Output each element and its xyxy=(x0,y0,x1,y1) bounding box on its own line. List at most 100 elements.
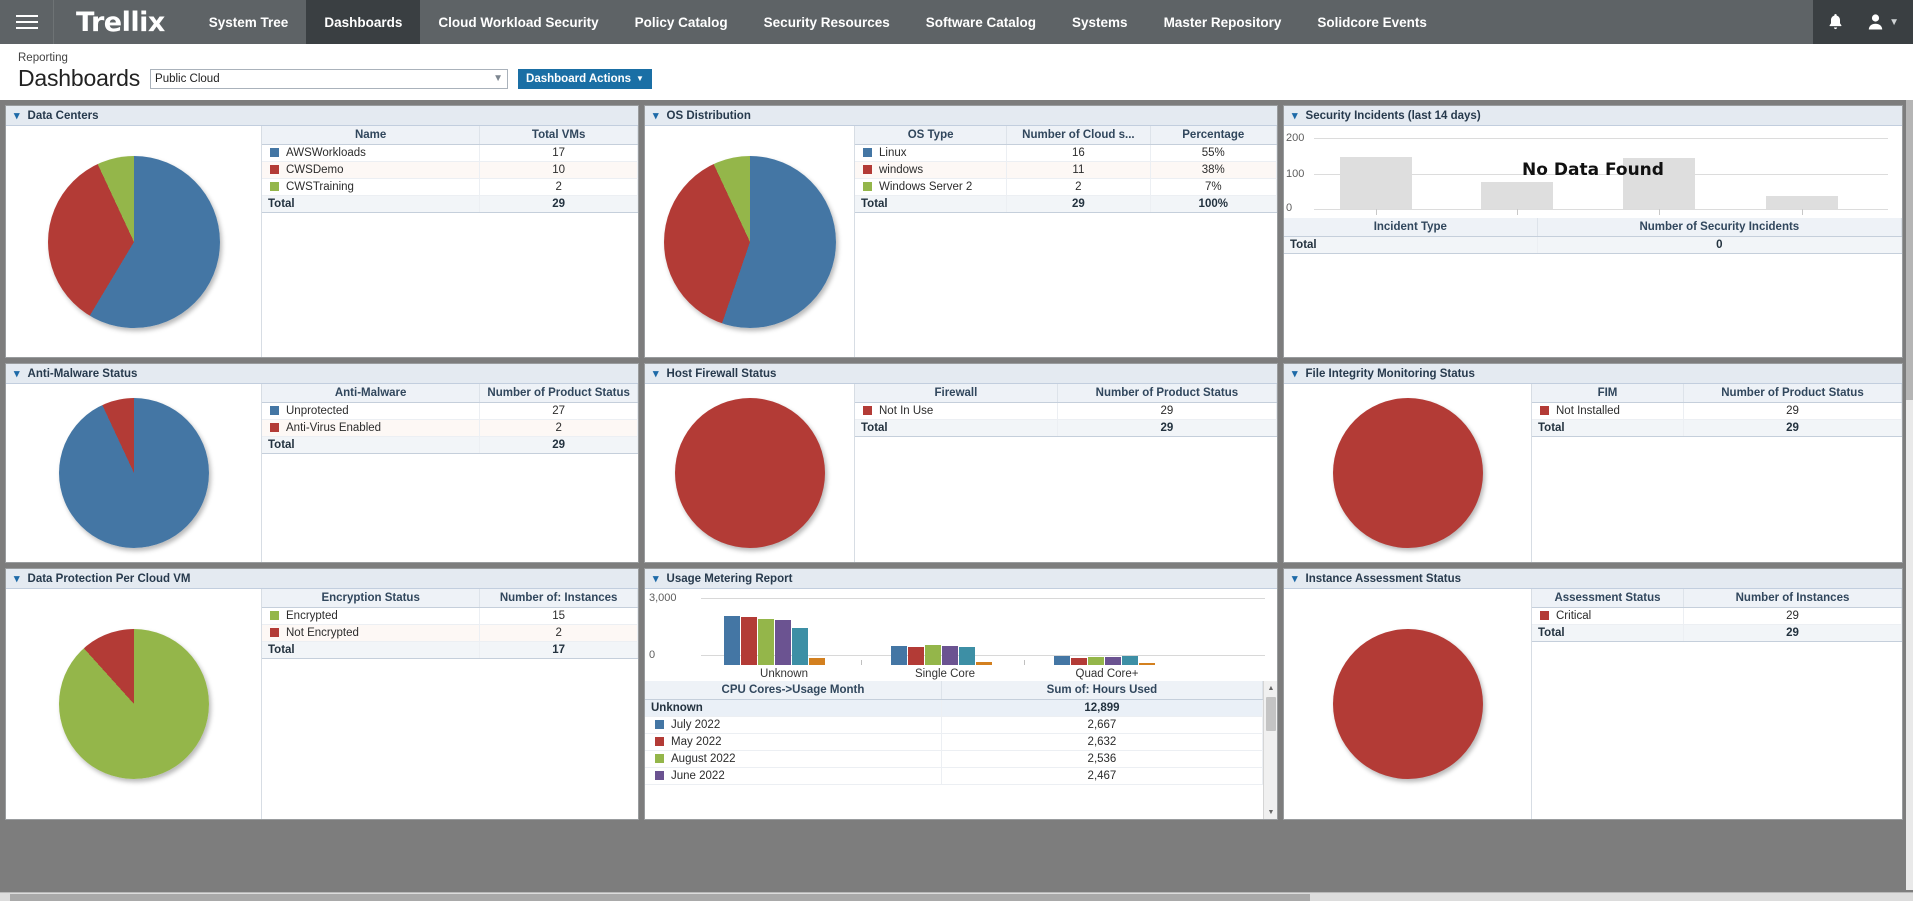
row-value: 29 xyxy=(1683,607,1902,625)
chevron-down-icon[interactable]: ▾ xyxy=(1292,367,1298,380)
top-navigation-bar: Trellix System Tree Dashboards Cloud Wor… xyxy=(0,0,1913,44)
table-total-row: Total 29 xyxy=(1532,624,1902,642)
table-group-row[interactable]: Unknown 12,899 xyxy=(645,699,1263,717)
chevron-down-icon[interactable]: ▾ xyxy=(1292,572,1298,585)
panel-title: Host Firewall Status xyxy=(666,367,777,380)
nav-item-system-tree[interactable]: System Tree xyxy=(191,0,307,44)
chevron-down-icon[interactable]: ▾ xyxy=(1292,109,1298,122)
table-row[interactable]: CWSTraining 2 xyxy=(262,178,638,196)
table-row[interactable]: Windows Server 2 2 7% xyxy=(855,178,1277,196)
y-axis-tick: 3,000 xyxy=(649,592,677,604)
user-avatar-icon[interactable]: ▼ xyxy=(1866,13,1899,31)
scroll-down-arrow-icon[interactable]: ▼ xyxy=(1264,805,1277,819)
row-label: CWSDemo xyxy=(262,161,481,179)
row-label: Critical xyxy=(1532,607,1684,625)
os-distribution-pie-chart xyxy=(645,126,855,357)
panel-instance-assessment-status: ▾ Instance Assessment Status Assessment … xyxy=(1283,568,1903,820)
nav-item-policy-catalog[interactable]: Policy Catalog xyxy=(617,0,746,44)
usage-metering-vertical-scrollbar[interactable]: ▲ ▼ xyxy=(1263,681,1277,819)
data-centers-pie-chart xyxy=(6,126,262,357)
pie-slice-group xyxy=(1332,398,1483,548)
row-label: Encrypted xyxy=(262,607,481,625)
panel-title: File Integrity Monitoring Status xyxy=(1305,367,1475,380)
chevron-down-icon[interactable]: ▾ xyxy=(14,109,20,122)
pie-slice-group xyxy=(47,155,220,328)
chevron-down-icon[interactable]: ▾ xyxy=(653,109,659,122)
table-row[interactable]: AWSWorkloads 17 xyxy=(262,144,638,162)
table-row[interactable]: Encrypted 15 xyxy=(262,607,638,625)
row-value: 2 xyxy=(479,178,638,196)
chevron-down-icon[interactable]: ▾ xyxy=(653,367,659,380)
nav-item-solidcore-events[interactable]: Solidcore Events xyxy=(1299,0,1445,44)
table-total-row: Total 0 xyxy=(1284,236,1902,254)
table-total-row: Total 29 xyxy=(855,419,1277,437)
row-label: Linux xyxy=(855,144,1008,162)
y-axis-tick: 0 xyxy=(1286,202,1293,214)
scrollbar-thumb[interactable] xyxy=(1266,697,1276,731)
scroll-up-arrow-icon[interactable]: ▲ xyxy=(1264,681,1277,695)
nav-item-master-repository[interactable]: Master Repository xyxy=(1146,0,1300,44)
table-row[interactable]: Not Encrypted 2 xyxy=(262,624,638,642)
table-row[interactable]: Not In Use 29 xyxy=(855,402,1277,420)
chevron-down-icon[interactable]: ▾ xyxy=(653,572,659,585)
total-value: 29 xyxy=(479,436,638,454)
total-value: 0 xyxy=(1537,236,1902,254)
panel-header: ▾ Data Protection Per Cloud VM xyxy=(6,569,638,589)
chevron-down-icon[interactable]: ▾ xyxy=(14,367,20,380)
row-value: 2,667 xyxy=(941,716,1263,734)
dashboard-actions-button[interactable]: Dashboard Actions ▼ xyxy=(518,68,652,89)
column-header: Number of Product Status xyxy=(479,384,638,403)
row-value: 16 xyxy=(1006,144,1151,162)
chevron-down-icon[interactable]: ▼ xyxy=(1889,17,1899,28)
host-firewall-pie-chart xyxy=(645,384,855,562)
dashboard-workspace: ▾ Data Centers Name Total VMs AWSWorkloa… xyxy=(0,100,1913,898)
table-row[interactable]: June 2022 2,467 xyxy=(645,767,1263,785)
row-value: 29 xyxy=(1683,402,1902,420)
total-value: 29 xyxy=(1057,419,1277,437)
column-header: Number of Instances xyxy=(1683,589,1902,608)
bar xyxy=(1105,657,1121,665)
scrollbar-thumb[interactable] xyxy=(1906,100,1913,400)
column-header: Number of: Instances xyxy=(479,589,638,608)
chevron-down-icon[interactable]: ▾ xyxy=(14,572,20,585)
pie-slice-group xyxy=(58,629,209,779)
nav-item-software-catalog[interactable]: Software Catalog xyxy=(908,0,1054,44)
table-row[interactable]: August 2022 2,536 xyxy=(645,750,1263,768)
legend-swatch-icon xyxy=(270,148,279,157)
page-horizontal-scrollbar[interactable] xyxy=(0,892,1913,901)
table-row[interactable]: July 2022 2,667 xyxy=(645,716,1263,734)
column-header: Sum of: Hours Used xyxy=(941,681,1263,700)
total-value: 29 xyxy=(1006,195,1151,213)
legend-swatch-icon xyxy=(270,628,279,637)
panel-header: ▾ OS Distribution xyxy=(645,106,1277,126)
scrollbar-thumb[interactable] xyxy=(10,894,1310,901)
table-row[interactable]: CWSDemo 10 xyxy=(262,161,638,179)
table-row[interactable]: Anti-Virus Enabled 2 xyxy=(262,419,638,437)
hamburger-menu-icon[interactable] xyxy=(0,0,54,44)
nav-item-cloud-workload-security[interactable]: Cloud Workload Security xyxy=(420,0,616,44)
row-percentage: 55% xyxy=(1150,144,1277,162)
dashboard-select[interactable]: Public Cloud ▼ xyxy=(150,68,509,89)
bell-icon[interactable] xyxy=(1827,13,1844,31)
y-axis-tick: 0 xyxy=(649,649,656,661)
total-label: Total xyxy=(1532,419,1684,437)
table-row[interactable]: Unprotected 27 xyxy=(262,402,638,420)
table-row[interactable]: Linux 16 55% xyxy=(855,144,1277,162)
nav-item-systems[interactable]: Systems xyxy=(1054,0,1146,44)
row-label: CWSTraining xyxy=(262,178,481,196)
y-axis-tick: 200 xyxy=(1286,132,1305,144)
column-header: Incident Type xyxy=(1284,218,1538,237)
page-vertical-scrollbar[interactable] xyxy=(1906,100,1913,890)
bar xyxy=(1139,663,1155,665)
legend-swatch-icon xyxy=(1540,406,1549,415)
table-row[interactable]: May 2022 2,632 xyxy=(645,733,1263,751)
table-row[interactable]: Not Installed 29 xyxy=(1532,402,1902,420)
table-row[interactable]: Critical 29 xyxy=(1532,607,1902,625)
bar xyxy=(959,647,975,665)
legend-swatch-icon xyxy=(655,737,664,746)
nav-item-dashboards[interactable]: Dashboards xyxy=(306,0,421,44)
nav-item-security-resources[interactable]: Security Resources xyxy=(746,0,908,44)
bar xyxy=(758,619,774,665)
column-header: Number of Security Incidents xyxy=(1537,218,1902,237)
table-row[interactable]: windows 11 38% xyxy=(855,161,1277,179)
